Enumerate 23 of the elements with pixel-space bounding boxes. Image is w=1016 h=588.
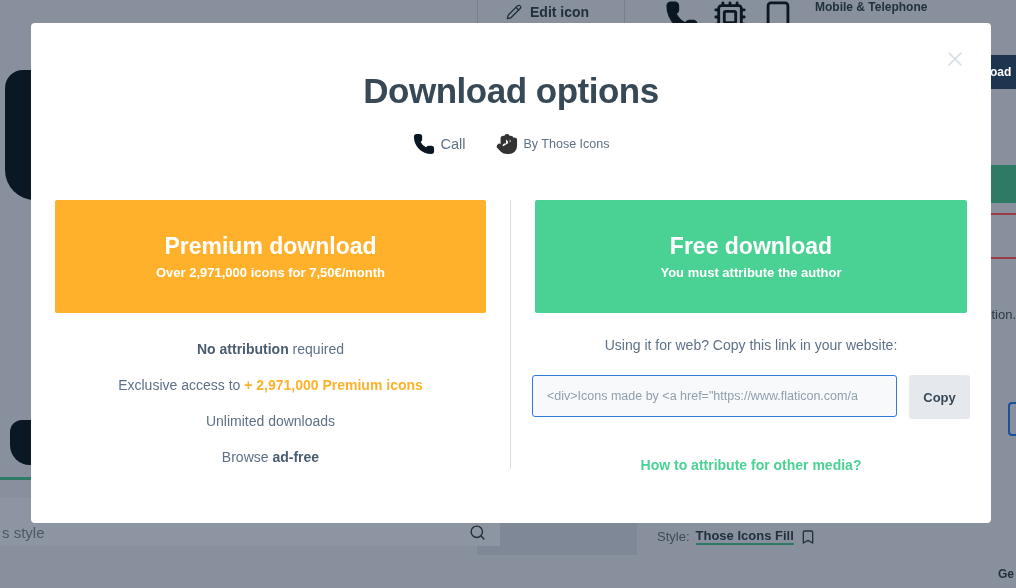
search-icon[interactable] [469,524,486,541]
note-text: tion. [991,307,1016,322]
feature-text: Browse ad-free [221,448,320,467]
icon-name: Call [440,136,466,152]
embed-code-field[interactable]: <div>Icons made by <a href="https://www.flaticon.com/a [532,375,897,417]
dialog-title: Download options [363,71,659,111]
category-title: Mobile & Telephone [815,0,928,14]
banner-strip [990,165,1016,203]
feature-text: Unlimited downloads [205,412,336,431]
prompt-text: Using it for web? Copy this link in your website: [604,337,898,353]
edit-button[interactable]: Edit icon [477,0,625,23]
footer-text: Ge [998,567,1014,581]
copy-button[interactable]: Copy [909,375,970,419]
phone-icon [412,133,435,155]
hand-icon [495,133,518,155]
outline-button[interactable] [1008,402,1016,436]
search-field[interactable]: s style [0,524,302,541]
author-link[interactable]: By Those Icons [523,137,610,151]
feature-text: No attribution required [196,340,344,359]
style-label: Style: [657,529,690,544]
pencil-icon [506,3,522,20]
feature-text: Exclusive access to + 2,971,000 Premium icons [118,376,423,395]
style-value[interactable]: Those Icons Fill [695,528,794,545]
